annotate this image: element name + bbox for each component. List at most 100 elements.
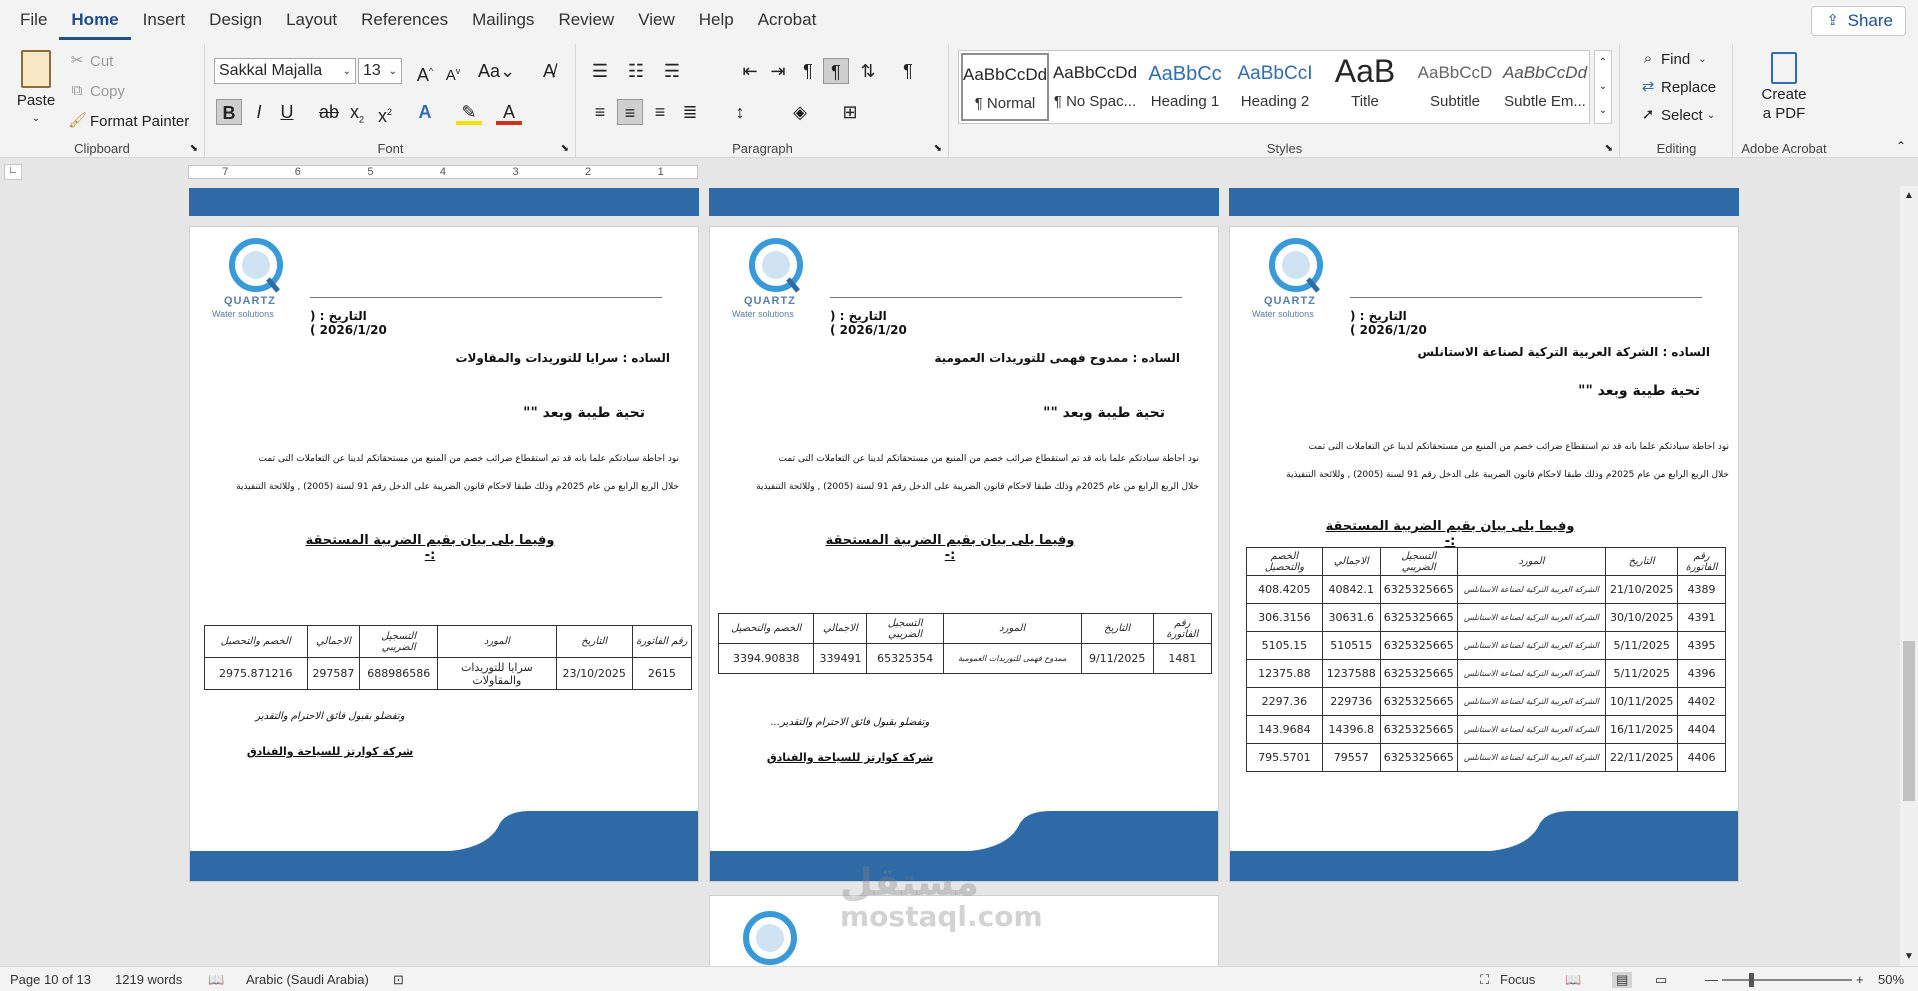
table-cell[interactable]: 229736 [1321, 687, 1381, 716]
table-cell[interactable]: 30631.6 [1321, 603, 1381, 632]
table-cell[interactable]: 297587 [306, 657, 361, 690]
table-cell[interactable]: 21/10/2025 [1605, 575, 1679, 604]
table-cell[interactable]: 5/11/2025 [1605, 631, 1679, 660]
chevron-down-icon[interactable]: ⌄ [1595, 75, 1611, 99]
table-cell[interactable]: 6325325665 [1379, 715, 1458, 744]
change-case-icon[interactable]: Aa⌄ [478, 58, 515, 84]
table-cell[interactable]: 510515 [1321, 631, 1381, 660]
align-center-icon[interactable]: ≡ [617, 99, 643, 125]
bullets-icon[interactable]: ☰ [587, 58, 613, 84]
horizontal-ruler[interactable]: 7 6 5 4 3 2 1 [188, 165, 698, 179]
zoom-in-icon[interactable]: + [1856, 972, 1864, 987]
gallery-scroll[interactable]: ⌃ ⌄ ⌄ [1594, 50, 1612, 124]
table-cell[interactable]: 6325325665 [1379, 687, 1458, 716]
style-no-spacing[interactable]: AaBbCcDd ¶ No Spac... [1051, 53, 1139, 121]
table-cell[interactable]: 795.5701 [1246, 743, 1323, 772]
style-subtle-emphasis[interactable]: AaBbCcDd Subtle Em... [1501, 53, 1589, 121]
document-page[interactable]: QUARTZ Water solutions التاريخ : ( 2026/1/… [189, 226, 699, 882]
table-cell[interactable]: 9/11/2025 [1080, 643, 1154, 674]
table-cell[interactable]: 30/10/2025 [1605, 603, 1679, 632]
numbering-icon[interactable]: ☷ [623, 58, 649, 84]
strikethrough-icon[interactable]: ab [316, 99, 342, 125]
table-cell[interactable]: الشركة العربية التركية لصناعة الاستانلس [1456, 687, 1607, 716]
tab-layout[interactable]: Layout [274, 10, 349, 40]
dialog-launcher-icon[interactable]: ⬊ [561, 143, 569, 154]
text-effects-icon[interactable]: A [412, 99, 438, 125]
table-cell[interactable]: الشركة العربية التركية لصناعة الاستانلس [1456, 575, 1607, 604]
dialog-launcher-icon[interactable]: ⬊ [1605, 143, 1613, 154]
zoom-slider[interactable] [1722, 973, 1852, 987]
chevron-up-icon[interactable]: ⌃ [1595, 51, 1611, 75]
tab-references[interactable]: References [349, 10, 460, 40]
zoom-out-icon[interactable]: — [1705, 972, 1718, 987]
table-cell[interactable]: 23/10/2025 [555, 657, 633, 690]
table-cell[interactable]: 12375.88 [1246, 659, 1323, 688]
tab-home[interactable]: Home [59, 10, 131, 40]
superscript-icon[interactable]: x2 [372, 99, 398, 126]
zoom-thumb[interactable] [1749, 973, 1754, 987]
table-cell[interactable]: 4396 [1677, 659, 1726, 688]
sort-icon[interactable]: ⇅ [855, 58, 881, 84]
tab-insert[interactable]: Insert [131, 10, 198, 40]
increase-indent-icon[interactable]: ⇥ [765, 58, 791, 84]
print-layout-icon[interactable]: ▤ [1612, 972, 1633, 988]
web-layout-icon[interactable]: ▭ [1655, 972, 1667, 988]
tab-acrobat[interactable]: Acrobat [746, 10, 829, 40]
cut-button[interactable]: ✂ Cut [68, 52, 114, 70]
language[interactable]: Arabic (Saudi Arabia) [246, 972, 369, 987]
table-cell[interactable]: 1237588 [1321, 659, 1381, 688]
vertical-scrollbar[interactable]: ▲ ▼ [1900, 186, 1918, 966]
show-marks-icon[interactable]: ¶ [895, 58, 921, 84]
style-normal[interactable]: AaBbCcDd ¶ Normal [961, 53, 1049, 121]
table-cell[interactable]: 6325325665 [1379, 603, 1458, 632]
scroll-up-icon[interactable]: ▲ [1904, 190, 1914, 201]
table-cell[interactable]: 4406 [1677, 743, 1726, 772]
more-styles-icon[interactable]: ⌄ [1595, 99, 1611, 123]
table-cell[interactable]: 4389 [1677, 575, 1726, 604]
document-page[interactable]: QUARTZ Water solutions التاريخ : ( 2026/1/… [1229, 226, 1739, 882]
table-cell[interactable]: 14396.8 [1321, 715, 1381, 744]
table-cell[interactable]: 3394.90838 [717, 643, 815, 674]
subscript-icon[interactable]: x2 [344, 99, 370, 125]
table-cell[interactable]: 4391 [1677, 603, 1726, 632]
align-left-icon[interactable]: ≡ [587, 99, 613, 125]
shrink-font-icon[interactable]: Av [440, 58, 466, 84]
focus-label[interactable]: Focus [1500, 972, 1535, 987]
italic-icon[interactable]: I [246, 99, 272, 125]
dialog-launcher-icon[interactable]: ⬊ [190, 143, 198, 154]
table-cell[interactable]: الشركة العربية التركية لصناعة الاستانلس [1456, 659, 1607, 688]
font-name-combo[interactable]: Sakkal Majalla ⌄ [214, 58, 356, 84]
table-cell[interactable]: 2975.871216 [204, 657, 308, 690]
zoom-level[interactable]: 50% [1878, 972, 1904, 987]
table-cell[interactable]: 5/11/2025 [1605, 659, 1679, 688]
table-cell[interactable]: 408.4205 [1246, 575, 1323, 604]
table-cell[interactable]: 2615 [631, 657, 693, 690]
table-cell[interactable]: سرايا للتوريدات والمقاولات [437, 657, 557, 690]
table-cell[interactable]: الشركة العربية التركية لصناعة الاستانلس [1456, 715, 1607, 744]
scroll-thumb[interactable] [1903, 641, 1915, 801]
table-cell[interactable]: الشركة العربية التركية لصناعة الاستانلس [1456, 631, 1607, 660]
line-spacing-icon[interactable]: ↕ [727, 99, 753, 125]
highlight-icon[interactable]: ✎ [456, 99, 482, 125]
copy-button[interactable]: ⧉ Copy [68, 82, 125, 100]
page-count[interactable]: Page 10 of 13 [10, 972, 91, 987]
table-cell[interactable]: الشركة العربية التركية لصناعة الاستانلس [1456, 743, 1607, 772]
table-cell[interactable]: 4402 [1677, 687, 1726, 716]
format-painter-button[interactable]: 🖌 Format Painter [68, 112, 189, 130]
tab-selector-icon[interactable]: ∟ [4, 164, 22, 180]
replace-button[interactable]: ⇄ Replace [1639, 78, 1716, 96]
rtl-icon[interactable]: ¶ [823, 58, 849, 84]
font-color-icon[interactable]: A [496, 99, 522, 125]
table-cell[interactable]: 16/11/2025 [1605, 715, 1679, 744]
table-cell[interactable]: 1481 [1152, 643, 1213, 674]
justify-icon[interactable]: ≣ [677, 99, 703, 125]
table-cell[interactable]: 10/11/2025 [1605, 687, 1679, 716]
font-size-combo[interactable]: 13 ⌄ [358, 58, 402, 84]
underline-icon[interactable]: U [274, 99, 300, 125]
tab-mailings[interactable]: Mailings [460, 10, 546, 40]
table-cell[interactable]: 4395 [1677, 631, 1726, 660]
tab-file[interactable]: File [0, 10, 59, 40]
document-page[interactable]: QUARTZ Water solutions التاريخ : ( 2026/1/… [709, 226, 1219, 882]
table-cell[interactable]: الشركة العربية التركية لصناعة الاستانلس [1456, 603, 1607, 632]
table-cell[interactable]: 79557 [1321, 743, 1381, 772]
